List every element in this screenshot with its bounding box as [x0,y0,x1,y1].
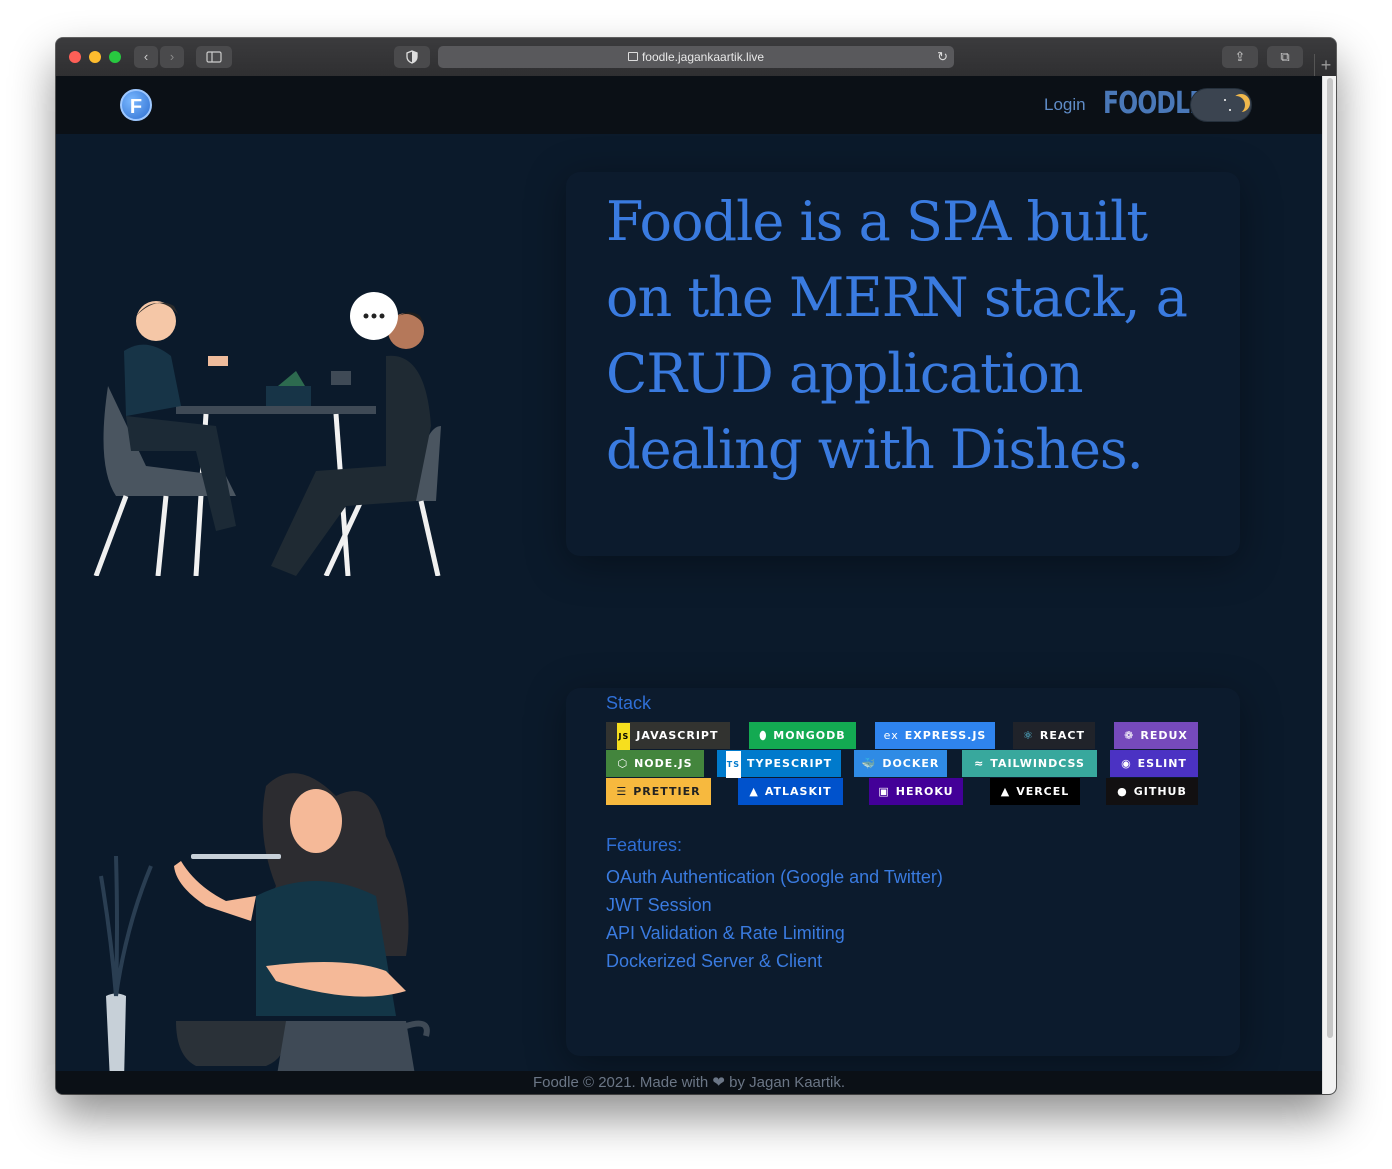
features-heading: Features: [606,835,683,855]
badge-label: JAVASCRIPT [636,729,719,742]
hexagon-icon: ⬡ [617,757,629,770]
heroku-icon: ▣ [878,785,890,798]
scrollbar-thumb[interactable] [1327,78,1333,1038]
atlassian-icon: ▲ [749,785,759,798]
feature-item: Dockerized Server & Client [606,951,823,971]
theme-toggle[interactable] [1191,89,1251,121]
badge-label: TYPESCRIPT [747,757,833,770]
badge-eslint: ◉ ESLINT [1110,750,1198,777]
badge-label: PRETTIER [633,785,701,798]
redux-icon: ❁ [1124,729,1135,742]
stack-heading: Stack [606,693,652,713]
badge-label: DOCKER [882,757,940,770]
privacy-shield-button[interactable] [394,46,430,68]
login-link[interactable]: Login [1044,95,1086,115]
badge-javascript: JS JAVASCRIPT [606,722,730,750]
minimize-window-button[interactable] [89,51,101,63]
ts-icon: TS [725,751,742,778]
atom-icon: ⚛ [1023,729,1034,742]
badge-label: HEROKU [895,785,954,798]
feature-item: API Validation & Rate Limiting [606,923,845,943]
badge-label: TAILWINDCSS [990,757,1085,770]
feature-item: OAuth Authentication (Google and Twitter… [606,867,943,887]
browser-window: ‹ › foodle.jagankaartik.live ↻ ⇪ ⧉ + F L… [56,38,1336,1094]
web-page: F Login FOODLE Foodle is a SPA built on … [56,76,1322,1094]
badge-label: ATLASKIT [764,785,832,798]
address-bar[interactable]: foodle.jagankaartik.live ↻ [438,46,954,68]
hero-heading: Foodle is a SPA built on the MERN stack,… [606,190,1188,481]
badge-label: REDUX [1140,729,1188,742]
navbar: F Login FOODLE [56,76,1322,134]
badge-docker: 🐳 DOCKER [854,750,947,777]
url-text: foodle.jagankaartik.live [641,50,765,64]
star-icon [1229,109,1231,111]
footer: Foodle © 2021. Made with ❤ by Jagan Kaar… [56,1071,1322,1094]
badge-label: REACT [1039,729,1085,742]
github-icon: ● [1117,785,1128,798]
zoom-window-button[interactable] [109,51,121,63]
tabs-overview-button[interactable]: ⧉ [1267,46,1303,68]
badge-prettier: ☰ PRETTIER [606,778,711,805]
express-icon: ex [883,729,899,742]
badge-mongodb: ⬮ MONGODB [749,722,856,749]
triangle-icon: ▲ [1000,785,1011,798]
sidebar-toggle-button[interactable] [196,46,232,68]
foodle-logo[interactable]: F [120,89,152,121]
badge-github: ● GITHUB [1106,778,1198,805]
shield-icon [406,50,418,64]
badge-vercel: ▲ VERCEL [990,778,1080,805]
badge-heroku: ▣ HEROKU [869,778,963,805]
whale-icon: 🐳 [861,757,877,770]
page-scrollbar[interactable] [1322,76,1336,1094]
badge-label: ESLINT [1137,757,1187,770]
new-tab-button[interactable]: + [1314,54,1336,76]
badge-nodejs: ⬡ NODE.JS [606,750,704,777]
sidebar-icon [206,51,222,63]
prettier-icon: ☰ [616,785,628,798]
eslint-icon: ◉ [1121,757,1132,770]
badge-express: ex EXPRESS.JS [875,722,995,749]
lock-icon [627,52,638,61]
badge-react: ⚛ REACT [1013,722,1095,749]
badge-label: VERCEL [1016,785,1070,798]
badge-label: NODE.JS [634,757,693,770]
close-window-button[interactable] [69,51,81,63]
cooking-woman-illustration [86,773,446,1086]
badge-label: EXPRESS.JS [904,729,987,742]
feature-item: JWT Session [606,895,712,915]
badge-typescript: TS TYPESCRIPT [717,750,841,778]
js-icon: JS [617,723,631,750]
badge-atlaskit: ▲ ATLASKIT [738,778,843,805]
leaf-icon: ⬮ [759,729,768,742]
forward-button[interactable]: › [160,46,184,68]
brand-title: FOODLE [1103,86,1205,121]
badge-redux: ❁ REDUX [1114,722,1198,749]
wave-icon: ≈ [974,757,985,770]
browser-titlebar: ‹ › foodle.jagankaartik.live ↻ ⇪ ⧉ + [56,38,1336,77]
dining-couple-illustration [93,292,441,576]
moon-icon [1227,96,1245,114]
share-button[interactable]: ⇪ [1222,46,1258,68]
back-button[interactable]: ‹ [134,46,158,68]
badge-label: GITHUB [1133,785,1187,798]
badge-tailwindcss: ≈ TAILWINDCSS [962,750,1097,777]
badge-label: MONGODB [773,729,846,742]
reload-icon[interactable]: ↻ [937,46,948,68]
star-icon [1224,99,1226,101]
